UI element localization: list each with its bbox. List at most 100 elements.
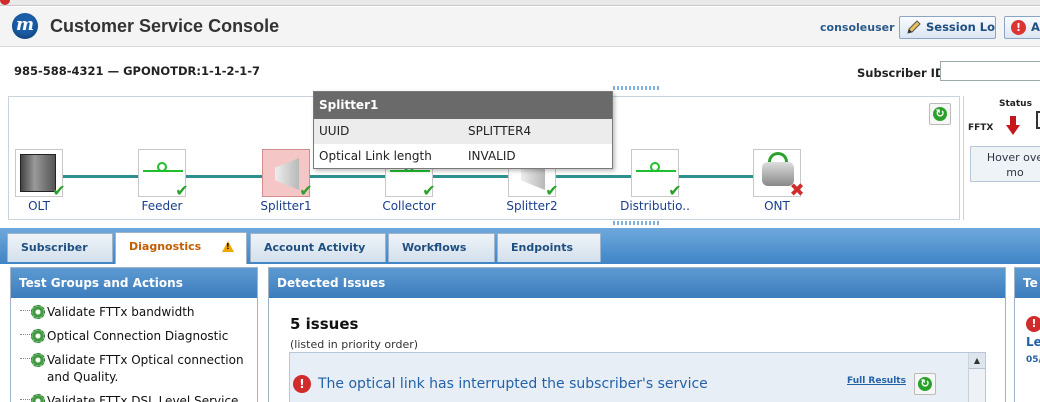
tab-bar: Subscriber Diagnostics Account Activity …	[0, 228, 1040, 264]
gear-icon	[31, 353, 45, 367]
alerts-label: A	[1031, 20, 1040, 34]
subscriber-id-label: Subscriber ID:	[857, 66, 950, 80]
issues-count: 5 issues	[290, 315, 359, 333]
popup-key: UUID	[319, 124, 350, 138]
test-item[interactable]: Validate FTTx DSL Level Service	[11, 393, 257, 402]
subscriber-line: 985-588-4321 — GPONOTDR:1-1-2-1-7	[14, 64, 261, 78]
panel-title: Te	[1015, 268, 1040, 298]
test-groups-panel: Test Groups and Actions Validate FTTx ba…	[10, 267, 258, 402]
issue-refresh-button[interactable]: ↻	[914, 373, 936, 395]
test-item-label: Optical Connection Diagnostic	[47, 329, 229, 343]
status-panel: Status FFTX Hover ove mo	[963, 96, 1040, 220]
panel-title: Detected Issues	[269, 268, 1005, 298]
test-item[interactable]: Optical Connection Diagnostic	[11, 328, 257, 345]
node-label: Splitter1	[260, 199, 312, 213]
node-label: Collector	[382, 199, 436, 213]
issue-list-scrollbar[interactable]: ▲	[968, 353, 985, 402]
popup-key: Optical Link length	[319, 149, 432, 163]
gear-icon	[31, 329, 45, 343]
detected-issues-panel: Detected Issues 5 issues (listed in prio…	[268, 267, 1006, 402]
error-icon: !	[1011, 20, 1026, 35]
gear-icon	[31, 305, 45, 319]
test-item[interactable]: Validate FTTx bandwidth	[11, 304, 257, 321]
node-ont[interactable]: ✖ ONT	[732, 149, 822, 213]
refresh-icon: ↻	[933, 107, 947, 121]
tab-label: Workflows	[402, 241, 467, 254]
node-distribution[interactable]: ✔ Distributio..	[610, 149, 700, 213]
issue-text: The optical link has interrupted the sub…	[318, 376, 708, 392]
test-item-label: Validate FTTx bandwidth	[47, 305, 195, 319]
warning-icon	[222, 241, 234, 252]
node-label: Feeder	[141, 199, 183, 213]
gear-icon	[31, 394, 45, 402]
status-title: Status	[999, 99, 1032, 109]
popup-value: INVALID	[468, 149, 516, 163]
issue-list: ! The optical link has interrupted the s…	[289, 352, 986, 402]
splitter-icon: ✔	[262, 149, 313, 200]
resize-grip-bottom[interactable]	[613, 221, 661, 225]
check-icon: ✔	[299, 181, 313, 200]
topology-refresh-button[interactable]: ↻	[929, 103, 951, 125]
refresh-icon: ↻	[918, 377, 932, 391]
test-item[interactable]: Validate FTTx Optical connection and Qua…	[11, 352, 257, 386]
tab-subscriber[interactable]: Subscriber	[7, 233, 113, 262]
node-olt[interactable]: ✔ OLT	[0, 149, 84, 213]
olt-icon: ✔	[15, 149, 66, 200]
hover-note: Hover ove mo	[970, 146, 1040, 182]
fiber-icon: ✔	[631, 149, 682, 200]
error-icon: !	[293, 375, 311, 393]
resize-grip-top[interactable]	[613, 86, 661, 90]
right-panel-link[interactable]: Le	[1026, 335, 1040, 349]
tab-label: Subscriber	[21, 241, 88, 254]
tab-account-activity[interactable]: Account Activity	[250, 233, 386, 262]
tab-diagnostics[interactable]: Diagnostics	[115, 232, 247, 264]
check-icon: ✔	[668, 181, 682, 200]
tab-workflows[interactable]: Workflows	[388, 233, 495, 262]
app-logo-icon: m	[12, 13, 38, 39]
alerts-button[interactable]: ! A	[1004, 16, 1040, 39]
popup-row: UUID SPLITTER4	[314, 119, 612, 144]
right-panel: Te ! Le 05/	[1014, 267, 1040, 402]
issue-row[interactable]: ! The optical link has interrupted the s…	[290, 369, 970, 399]
fiber-icon: ✔	[138, 149, 189, 200]
panel-title: Test Groups and Actions	[11, 268, 257, 298]
popup-title: Splitter1	[314, 92, 612, 119]
popup-row: Optical Link length INVALID	[314, 144, 612, 169]
full-results-link[interactable]: Full Results	[847, 376, 906, 386]
node-feeder[interactable]: ✔ Feeder	[117, 149, 207, 213]
x-error-icon: ✖	[789, 180, 805, 201]
node-label: ONT	[764, 199, 790, 213]
check-icon: ✔	[545, 181, 559, 200]
test-group-list: Validate FTTx bandwidth Optical Connecti…	[11, 298, 257, 402]
tab-endpoints[interactable]: Endpoints	[497, 233, 601, 262]
test-item-label: Validate FTTx DSL Level Service	[47, 394, 239, 402]
status-fftx-label: FFTX	[968, 123, 994, 133]
issues-subtitle: (listed in priority order)	[290, 338, 419, 351]
popup-value: SPLITTER4	[468, 124, 532, 138]
right-panel-date: 05/	[1026, 355, 1040, 365]
current-user[interactable]: consoleuser	[820, 21, 895, 34]
session-log-label: Session Log	[926, 20, 996, 34]
tab-label: Endpoints	[511, 241, 574, 254]
node-label: Distributio..	[620, 199, 690, 213]
pencil-icon	[907, 20, 921, 34]
status-down-arrow-icon	[1006, 116, 1020, 136]
alert-dot-icon	[0, 0, 10, 5]
check-icon: ✔	[175, 181, 189, 200]
tab-label: Account Activity	[264, 241, 366, 254]
error-icon: !	[1026, 316, 1040, 332]
app-title: Customer Service Console	[50, 16, 280, 36]
tab-label: Diagnostics	[129, 240, 202, 253]
ont-icon: ✖	[753, 149, 805, 200]
diagnostics-content: Test Groups and Actions Validate FTTx ba…	[0, 264, 1040, 402]
session-log-button[interactable]: Session Log	[899, 16, 996, 39]
test-item-label: Validate FTTx Optical connection and Qua…	[47, 353, 244, 384]
node-label: OLT	[28, 199, 50, 213]
subscriber-id-input[interactable]	[940, 61, 1040, 81]
check-icon: ✔	[422, 181, 436, 200]
browser-alert-strip	[0, 0, 1040, 6]
node-label: Splitter2	[506, 199, 558, 213]
app-header: m Customer Service Console consoleuser S…	[0, 7, 1040, 47]
node-detail-popup: Splitter1 UUID SPLITTER4 Optical Link le…	[313, 91, 613, 169]
scroll-up-icon[interactable]: ▲	[969, 353, 985, 369]
